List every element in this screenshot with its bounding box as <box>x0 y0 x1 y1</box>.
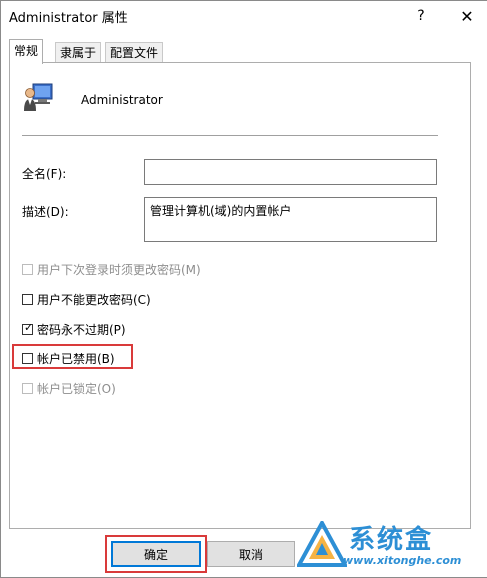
checkbox-label: 密码永不过期(P) <box>37 323 126 337</box>
checkbox-password-never-expires[interactable]: ✓ 密码永不过期(P) <box>22 321 126 338</box>
checkbox-label: 用户下次登录时须更改密码(M) <box>37 263 201 277</box>
checkmark-icon: ✓ <box>24 321 34 334</box>
ok-button[interactable]: 确定 <box>111 541 201 567</box>
close-button[interactable]: ✕ <box>445 1 487 31</box>
checkbox-label: 帐户已锁定(O) <box>37 382 116 396</box>
close-icon: ✕ <box>460 6 474 26</box>
tab-strip: 常规 隶属于 配置文件 <box>9 39 479 64</box>
checkbox-box[interactable] <box>22 294 33 305</box>
description-label: 描述(D): <box>22 205 69 219</box>
checkbox-must-change-password[interactable]: 用户下次登录时须更改密码(M) <box>22 261 201 278</box>
description-input[interactable]: 管理计算机(域)的内置帐户 <box>144 197 437 242</box>
checkbox-box[interactable] <box>22 383 33 394</box>
user-name: Administrator <box>81 93 163 107</box>
separator <box>22 135 438 136</box>
watermark: 系统盒 www.xitonghe.com <box>297 519 477 575</box>
window-title: Administrator 属性 <box>9 11 128 26</box>
help-icon: ? <box>417 8 425 24</box>
checkbox-label: 用户不能更改密码(C) <box>37 293 151 307</box>
checkbox-account-disabled[interactable]: 帐户已禁用(B) <box>22 350 115 367</box>
fullname-label: 全名(F): <box>22 167 67 181</box>
tab-general[interactable]: 常规 <box>9 39 44 64</box>
properties-dialog: Administrator 属性 ? ✕ 常规 隶属于 配置文件 Adminis… <box>0 0 487 578</box>
checkbox-label: 帐户已禁用(B) <box>37 352 115 366</box>
watermark-url: www.xitonghe.com <box>343 554 462 567</box>
tab-member-of[interactable]: 隶属于 <box>55 42 102 63</box>
fullname-input[interactable] <box>144 159 437 185</box>
watermark-brand: 系统盒 <box>349 525 434 555</box>
cancel-button[interactable]: 取消 <box>207 541 295 567</box>
checkbox-box[interactable] <box>22 264 33 275</box>
help-button[interactable]: ? <box>399 1 443 31</box>
tab-profile[interactable]: 配置文件 <box>105 42 164 63</box>
watermark-logo-icon <box>297 521 347 567</box>
checkbox-account-locked[interactable]: 帐户已锁定(O) <box>22 380 116 397</box>
checkbox-box[interactable] <box>22 353 33 364</box>
checkbox-box[interactable]: ✓ <box>22 321 34 335</box>
checkbox-cannot-change-password[interactable]: 用户不能更改密码(C) <box>22 291 151 308</box>
title-bar[interactable]: Administrator 属性 ? ✕ <box>1 1 487 31</box>
user-computer-icon <box>24 83 53 111</box>
